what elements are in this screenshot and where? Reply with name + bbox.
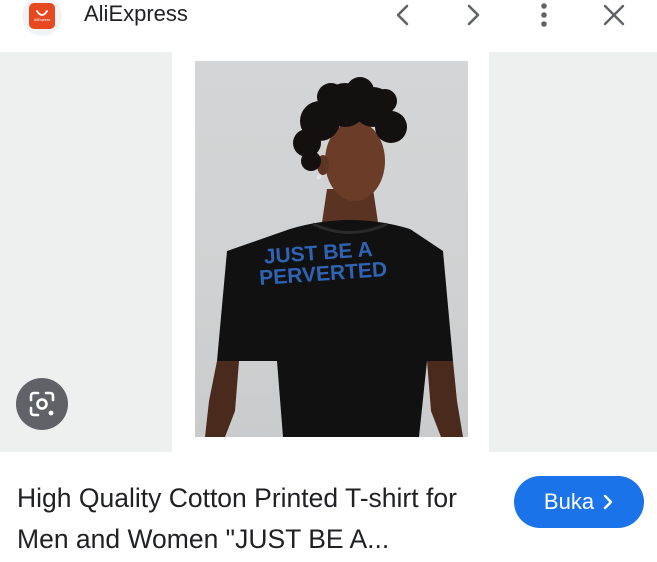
app-title: AliExpress	[84, 1, 188, 26]
chevron-left-icon[interactable]	[383, 0, 423, 30]
product-title[interactable]: High Quality Cotton Printed T-shirt for …	[17, 478, 497, 560]
lens-search-icon	[29, 391, 55, 417]
top-bar: AliExpress AliExpress	[0, 0, 657, 44]
open-button-label: Buka	[543, 489, 595, 514]
open-button[interactable]: Buka	[514, 476, 644, 528]
logo-text: AliExpress	[33, 18, 51, 23]
close-icon[interactable]	[594, 0, 634, 30]
aliexpress-logo-icon[interactable]: AliExpress	[22, 0, 62, 36]
more-vert-icon[interactable]	[524, 0, 564, 30]
side-panel-right	[489, 52, 657, 452]
chevron-right-icon	[603, 494, 613, 510]
google-lens-button[interactable]	[16, 378, 68, 430]
product-photo-illustration: JUST BE A PERVERTED	[205, 77, 463, 437]
chevron-right-icon[interactable]	[453, 0, 493, 30]
product-photo[interactable]: JUST BE A PERVERTED	[195, 61, 468, 437]
image-preview-area: JUST BE A PERVERTED	[0, 52, 657, 452]
